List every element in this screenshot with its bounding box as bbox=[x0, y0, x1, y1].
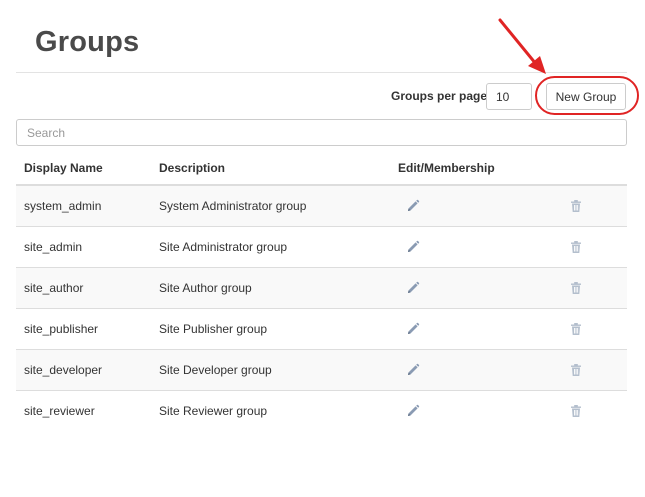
delete-cell bbox=[558, 184, 627, 227]
trash-icon[interactable] bbox=[569, 404, 583, 418]
table-row: site_developer Site Developer group bbox=[16, 349, 627, 391]
trash-icon[interactable] bbox=[569, 363, 583, 377]
pencil-icon[interactable] bbox=[406, 322, 420, 336]
edit-membership-cell bbox=[390, 226, 558, 268]
trash-icon[interactable] bbox=[569, 199, 583, 213]
group-description: System Administrator group bbox=[151, 184, 390, 227]
group-display-name: system_admin bbox=[16, 184, 151, 227]
delete-cell bbox=[558, 349, 627, 391]
table-row: site_reviewer Site Reviewer group bbox=[16, 390, 627, 431]
trash-icon[interactable] bbox=[569, 240, 583, 254]
group-display-name: site_publisher bbox=[16, 308, 151, 350]
search-input[interactable] bbox=[16, 119, 627, 146]
groups-per-page-label: Groups per page: bbox=[391, 89, 492, 103]
group-display-name: site_developer bbox=[16, 349, 151, 391]
edit-membership-cell bbox=[390, 308, 558, 350]
delete-cell bbox=[558, 267, 627, 309]
delete-cell bbox=[558, 308, 627, 350]
column-header-delete bbox=[558, 152, 627, 186]
groups-per-page-input[interactable] bbox=[486, 83, 532, 110]
group-description: Site Reviewer group bbox=[151, 390, 390, 431]
column-header-description: Description bbox=[151, 152, 390, 186]
trash-icon[interactable] bbox=[569, 281, 583, 295]
table-row: system_admin System Administrator group bbox=[16, 184, 627, 227]
table-row: site_author Site Author group bbox=[16, 267, 627, 309]
edit-membership-cell bbox=[390, 267, 558, 309]
group-description: Site Administrator group bbox=[151, 226, 390, 268]
group-display-name: site_reviewer bbox=[16, 390, 151, 431]
annotation-arrow-icon bbox=[498, 18, 546, 74]
group-display-name: site_author bbox=[16, 267, 151, 309]
group-description: Site Author group bbox=[151, 267, 390, 309]
table-row: site_publisher Site Publisher group bbox=[16, 308, 627, 350]
group-description: Site Developer group bbox=[151, 349, 390, 391]
table-header-row: Display Name Description Edit/Membership bbox=[16, 152, 627, 186]
table-body: system_admin System Administrator group si… bbox=[16, 184, 627, 431]
column-header-edit-membership: Edit/Membership bbox=[390, 152, 558, 186]
edit-membership-cell bbox=[390, 390, 558, 431]
pencil-icon[interactable] bbox=[406, 281, 420, 295]
pencil-icon[interactable] bbox=[406, 404, 420, 418]
groups-table: Display Name Description Edit/Membership… bbox=[16, 152, 627, 431]
column-header-display-name: Display Name bbox=[16, 152, 151, 186]
table-row: site_admin Site Administrator group bbox=[16, 226, 627, 268]
group-display-name: site_admin bbox=[16, 226, 151, 268]
annotation-highlight-circle bbox=[535, 76, 639, 115]
pencil-icon[interactable] bbox=[406, 363, 420, 377]
delete-cell bbox=[558, 390, 627, 431]
delete-cell bbox=[558, 226, 627, 268]
edit-membership-cell bbox=[390, 184, 558, 227]
page-title: Groups bbox=[35, 26, 140, 58]
group-description: Site Publisher group bbox=[151, 308, 390, 350]
pencil-icon[interactable] bbox=[406, 199, 420, 213]
pencil-icon[interactable] bbox=[406, 240, 420, 254]
edit-membership-cell bbox=[390, 349, 558, 391]
trash-icon[interactable] bbox=[569, 322, 583, 336]
